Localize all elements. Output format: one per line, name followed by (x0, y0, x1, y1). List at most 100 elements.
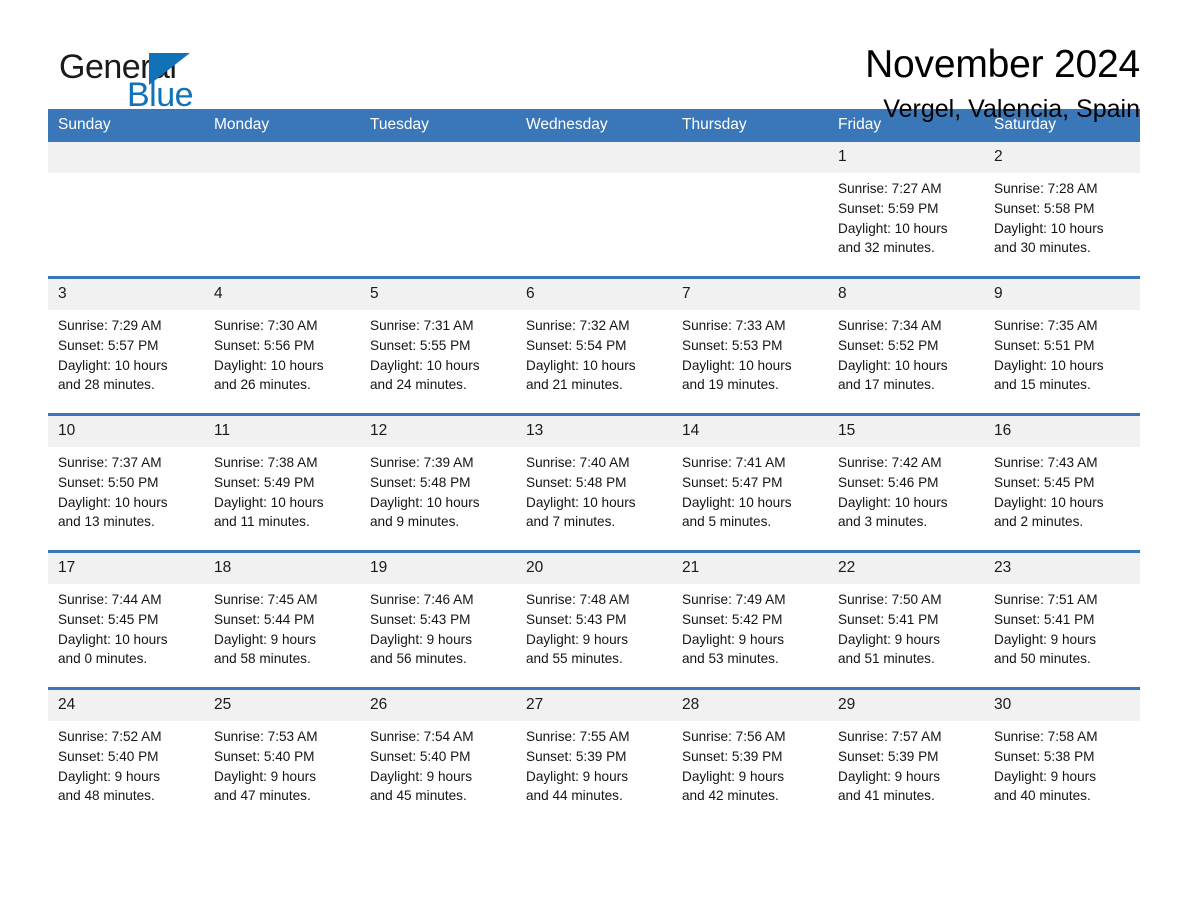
day-cell[interactable]: 26 Sunrise: 7:54 AM Sunset: 5:40 PM Dayli… (360, 690, 516, 824)
day-number: 20 (516, 553, 672, 584)
day-cell[interactable]: 25 Sunrise: 7:53 AM Sunset: 5:40 PM Dayli… (204, 690, 360, 824)
day-cell[interactable]: 30 Sunrise: 7:58 AM Sunset: 5:38 PM Dayli… (984, 690, 1140, 824)
generalblue-logo[interactable]: General Blue (48, 42, 238, 114)
day-cell[interactable]: 4 Sunrise: 7:30 AM Sunset: 5:56 PM Daylig… (204, 279, 360, 413)
day-cell[interactable]: 28 Sunrise: 7:56 AM Sunset: 5:39 PM Dayli… (672, 690, 828, 824)
day-number: 30 (984, 690, 1140, 721)
calendar-cell: 9 Sunrise: 7:35 AM Sunset: 5:51 PM Daylig… (984, 276, 1140, 415)
day-details: Sunrise: 7:29 AM Sunset: 5:57 PM Dayligh… (58, 318, 168, 393)
day-details: Sunrise: 7:53 AM Sunset: 5:40 PM Dayligh… (214, 729, 318, 804)
day-number: 8 (828, 279, 984, 310)
calendar-cell: 24 Sunrise: 7:52 AM Sunset: 5:40 PM Dayli… (48, 687, 204, 824)
day-details: Sunrise: 7:34 AM Sunset: 5:52 PM Dayligh… (838, 318, 948, 393)
day-cell[interactable]: 15 Sunrise: 7:42 AM Sunset: 5:46 PM Dayli… (828, 416, 984, 550)
day-details: Sunrise: 7:51 AM Sunset: 5:41 PM Dayligh… (994, 592, 1098, 667)
day-details (48, 173, 204, 179)
day-cell[interactable]: 22 Sunrise: 7:50 AM Sunset: 5:41 PM Dayli… (828, 553, 984, 687)
calendar-cell: 23 Sunrise: 7:51 AM Sunset: 5:41 PM Dayli… (984, 550, 1140, 689)
day-cell[interactable]: 20 Sunrise: 7:48 AM Sunset: 5:43 PM Dayli… (516, 553, 672, 687)
day-cell[interactable]: 3 Sunrise: 7:29 AM Sunset: 5:57 PM Daylig… (48, 279, 204, 413)
day-cell[interactable] (516, 142, 672, 276)
calendar-cell: 14 Sunrise: 7:41 AM Sunset: 5:47 PM Dayli… (672, 413, 828, 552)
day-details: Sunrise: 7:42 AM Sunset: 5:46 PM Dayligh… (838, 455, 948, 530)
calendar-cell: 7 Sunrise: 7:33 AM Sunset: 5:53 PM Daylig… (672, 276, 828, 415)
weekday-header-wednesday: Wednesday (516, 109, 672, 142)
calendar-cell: 20 Sunrise: 7:48 AM Sunset: 5:43 PM Dayli… (516, 550, 672, 689)
calendar-cell (204, 142, 360, 278)
day-cell[interactable]: 9 Sunrise: 7:35 AM Sunset: 5:51 PM Daylig… (984, 279, 1140, 413)
day-details: Sunrise: 7:30 AM Sunset: 5:56 PM Dayligh… (214, 318, 324, 393)
day-number: 9 (984, 279, 1140, 310)
logo-text-blue: Blue (127, 76, 194, 114)
calendar-week-row: 3 Sunrise: 7:29 AM Sunset: 5:57 PM Daylig… (48, 276, 1140, 415)
day-cell[interactable] (48, 142, 204, 276)
title-block: November 2024 Vergel, Valencia, Spain (865, 42, 1140, 124)
calendar-cell: 29 Sunrise: 7:57 AM Sunset: 5:39 PM Dayli… (828, 687, 984, 824)
day-details (672, 173, 828, 179)
calendar-week-row: 10 Sunrise: 7:37 AM Sunset: 5:50 PM Dayli… (48, 413, 1140, 552)
calendar-cell: 10 Sunrise: 7:37 AM Sunset: 5:50 PM Dayli… (48, 413, 204, 552)
calendar-week-row: 17 Sunrise: 7:44 AM Sunset: 5:45 PM Dayli… (48, 550, 1140, 689)
day-cell[interactable] (672, 142, 828, 276)
day-number: 11 (204, 416, 360, 447)
calendar-body: 1 Sunrise: 7:27 AM Sunset: 5:59 PM Daylig… (48, 142, 1140, 824)
calendar-cell: 5 Sunrise: 7:31 AM Sunset: 5:55 PM Daylig… (360, 276, 516, 415)
day-number: 24 (48, 690, 204, 721)
day-details: Sunrise: 7:27 AM Sunset: 5:59 PM Dayligh… (838, 181, 948, 256)
day-cell[interactable]: 8 Sunrise: 7:34 AM Sunset: 5:52 PM Daylig… (828, 279, 984, 413)
day-number: 13 (516, 416, 672, 447)
day-cell[interactable]: 10 Sunrise: 7:37 AM Sunset: 5:50 PM Dayli… (48, 416, 204, 550)
calendar-cell: 17 Sunrise: 7:44 AM Sunset: 5:45 PM Dayli… (48, 550, 204, 689)
day-details: Sunrise: 7:43 AM Sunset: 5:45 PM Dayligh… (994, 455, 1104, 530)
day-details: Sunrise: 7:31 AM Sunset: 5:55 PM Dayligh… (370, 318, 480, 393)
day-cell[interactable]: 27 Sunrise: 7:55 AM Sunset: 5:39 PM Dayli… (516, 690, 672, 824)
calendar-cell: 8 Sunrise: 7:34 AM Sunset: 5:52 PM Daylig… (828, 276, 984, 415)
day-cell[interactable]: 24 Sunrise: 7:52 AM Sunset: 5:40 PM Dayli… (48, 690, 204, 824)
calendar-week-row: 24 Sunrise: 7:52 AM Sunset: 5:40 PM Dayli… (48, 687, 1140, 824)
calendar-cell: 1 Sunrise: 7:27 AM Sunset: 5:59 PM Daylig… (828, 142, 984, 278)
day-details: Sunrise: 7:52 AM Sunset: 5:40 PM Dayligh… (58, 729, 162, 804)
day-cell[interactable]: 1 Sunrise: 7:27 AM Sunset: 5:59 PM Daylig… (828, 142, 984, 276)
day-details: Sunrise: 7:32 AM Sunset: 5:54 PM Dayligh… (526, 318, 636, 393)
calendar-cell: 22 Sunrise: 7:50 AM Sunset: 5:41 PM Dayli… (828, 550, 984, 689)
day-cell[interactable]: 19 Sunrise: 7:46 AM Sunset: 5:43 PM Dayli… (360, 553, 516, 687)
day-number: 28 (672, 690, 828, 721)
day-cell[interactable]: 6 Sunrise: 7:32 AM Sunset: 5:54 PM Daylig… (516, 279, 672, 413)
day-number (672, 142, 828, 173)
day-cell[interactable]: 2 Sunrise: 7:28 AM Sunset: 5:58 PM Daylig… (984, 142, 1140, 276)
day-cell[interactable]: 16 Sunrise: 7:43 AM Sunset: 5:45 PM Dayli… (984, 416, 1140, 550)
day-cell[interactable]: 23 Sunrise: 7:51 AM Sunset: 5:41 PM Dayli… (984, 553, 1140, 687)
day-cell[interactable]: 18 Sunrise: 7:45 AM Sunset: 5:44 PM Dayli… (204, 553, 360, 687)
day-number: 27 (516, 690, 672, 721)
day-number: 17 (48, 553, 204, 584)
day-details: Sunrise: 7:58 AM Sunset: 5:38 PM Dayligh… (994, 729, 1098, 804)
day-number: 18 (204, 553, 360, 584)
day-cell[interactable] (204, 142, 360, 276)
day-number: 26 (360, 690, 516, 721)
day-cell[interactable]: 11 Sunrise: 7:38 AM Sunset: 5:49 PM Dayli… (204, 416, 360, 550)
calendar-cell: 11 Sunrise: 7:38 AM Sunset: 5:49 PM Dayli… (204, 413, 360, 552)
day-number: 25 (204, 690, 360, 721)
day-details: Sunrise: 7:46 AM Sunset: 5:43 PM Dayligh… (370, 592, 474, 667)
day-number: 2 (984, 142, 1140, 173)
calendar-cell: 26 Sunrise: 7:54 AM Sunset: 5:40 PM Dayli… (360, 687, 516, 824)
calendar-page: General Blue November 2024 Vergel, Valen… (0, 0, 1188, 918)
day-details (360, 173, 516, 179)
day-cell[interactable]: 13 Sunrise: 7:40 AM Sunset: 5:48 PM Dayli… (516, 416, 672, 550)
day-cell[interactable]: 12 Sunrise: 7:39 AM Sunset: 5:48 PM Dayli… (360, 416, 516, 550)
day-cell[interactable]: 17 Sunrise: 7:44 AM Sunset: 5:45 PM Dayli… (48, 553, 204, 687)
calendar-cell (360, 142, 516, 278)
day-cell[interactable] (360, 142, 516, 276)
day-cell[interactable]: 7 Sunrise: 7:33 AM Sunset: 5:53 PM Daylig… (672, 279, 828, 413)
day-cell[interactable]: 14 Sunrise: 7:41 AM Sunset: 5:47 PM Dayli… (672, 416, 828, 550)
day-number: 14 (672, 416, 828, 447)
day-number: 10 (48, 416, 204, 447)
day-details: Sunrise: 7:40 AM Sunset: 5:48 PM Dayligh… (526, 455, 636, 530)
day-details: Sunrise: 7:39 AM Sunset: 5:48 PM Dayligh… (370, 455, 480, 530)
weekday-header-tuesday: Tuesday (360, 109, 516, 142)
day-details: Sunrise: 7:45 AM Sunset: 5:44 PM Dayligh… (214, 592, 318, 667)
day-cell[interactable]: 29 Sunrise: 7:57 AM Sunset: 5:39 PM Dayli… (828, 690, 984, 824)
day-cell[interactable]: 21 Sunrise: 7:49 AM Sunset: 5:42 PM Dayli… (672, 553, 828, 687)
calendar-cell: 12 Sunrise: 7:39 AM Sunset: 5:48 PM Dayli… (360, 413, 516, 552)
day-cell[interactable]: 5 Sunrise: 7:31 AM Sunset: 5:55 PM Daylig… (360, 279, 516, 413)
